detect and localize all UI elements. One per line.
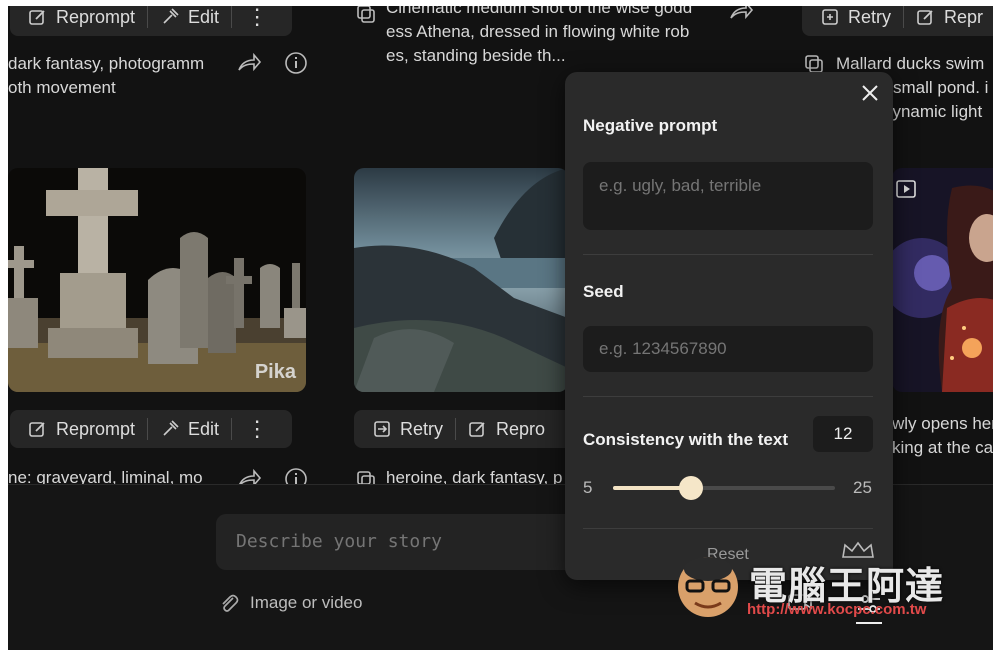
reprompt-button[interactable]: Repr	[908, 7, 991, 28]
caption-line: dark fantasy, photogramm	[8, 54, 205, 73]
retry-label: Retry	[400, 418, 444, 439]
reset-button[interactable]: Reset	[707, 546, 749, 564]
pika-watermark: Pika	[254, 361, 296, 383]
consistency-slider-track[interactable]	[613, 476, 835, 500]
close-icon[interactable]	[861, 84, 879, 102]
reprompt-button[interactable]: Repro	[460, 419, 553, 440]
caption-line: es, standing beside th...	[386, 46, 566, 65]
coast-image	[354, 168, 568, 392]
card-toolbar-bottom-left: Reprompt Edit ⋮	[10, 410, 292, 448]
magic-brush-icon	[163, 420, 179, 436]
reprompt-button[interactable]: Reprompt	[20, 7, 143, 28]
consistency-value[interactable]: 12	[813, 416, 873, 452]
slider-handle[interactable]	[678, 476, 703, 500]
paperclip-icon	[222, 594, 239, 612]
edit-button[interactable]: Edit	[152, 419, 227, 440]
negative-prompt-input[interactable]	[583, 162, 873, 230]
copy-icon[interactable]	[356, 6, 376, 24]
edit-square-icon	[29, 422, 45, 437]
attach-media-button[interactable]: Image or video	[218, 592, 362, 614]
heroine-image	[892, 168, 993, 392]
video-thumbnail-heroine[interactable]	[892, 168, 993, 392]
graveyard-image	[8, 168, 306, 392]
settings-sliders-icon[interactable]	[856, 592, 882, 616]
card-toolbar-bottom-middle: Retry Repro	[354, 410, 584, 448]
attach-label: Image or video	[250, 593, 363, 612]
retry-button[interactable]: Retry	[364, 419, 451, 440]
edit-button[interactable]: Edit	[152, 7, 227, 28]
retry-button[interactable]: Retry	[812, 7, 899, 28]
reprompt-label: Repro	[496, 418, 546, 439]
card-toolbar-top-left: Reprompt Edit ⋮	[10, 6, 292, 36]
video-thumbnail-graveyard[interactable]: Pika	[8, 168, 306, 392]
edit-square-icon	[29, 10, 45, 25]
caption-line: Cinematic medium shot of the wise godd	[386, 6, 693, 17]
caption-line: ess Athena, dressed in flowing white rob	[386, 22, 690, 41]
toolbar-divider	[147, 6, 149, 28]
edit-square-icon	[917, 10, 933, 25]
caption-line: wly opens her	[892, 414, 993, 433]
panel-divider	[583, 396, 873, 397]
camera-icon[interactable]	[788, 592, 812, 612]
card-toolbar-top-right: Retry Repr	[802, 6, 993, 36]
card-caption-top-left: dark fantasy, photogramm oth movement	[8, 52, 204, 100]
video-play-icon	[896, 180, 916, 198]
card-caption-bottom-right: wly opens her king at the ca	[892, 412, 993, 460]
copy-icon[interactable]	[804, 54, 824, 74]
toolbar-divider	[231, 6, 233, 28]
toolbar-divider	[903, 6, 905, 28]
consistency-label: Consistency with the text	[583, 430, 788, 449]
toolbar-divider	[147, 418, 149, 440]
active-indicator	[856, 622, 882, 624]
panel-divider	[583, 528, 873, 529]
edit-square-icon	[469, 422, 485, 437]
reprompt-button[interactable]: Reprompt	[20, 419, 143, 440]
reprompt-label: Reprompt	[56, 418, 136, 439]
more-options-icon[interactable]: ⋮	[236, 6, 278, 28]
edit-label: Edit	[188, 418, 220, 439]
negative-prompt-label: Negative prompt	[583, 116, 718, 135]
reprompt-label: Reprompt	[56, 6, 136, 27]
share-icon[interactable]	[236, 52, 262, 74]
card-caption-top-middle: Cinematic medium shot of the wise godd e…	[386, 6, 692, 68]
share-icon[interactable]	[728, 6, 754, 22]
reprompt-label: Repr	[944, 6, 984, 27]
slider-max-label: 25	[853, 478, 872, 497]
app-frame: Reprompt Edit ⋮ dark fantasy, photogramm…	[8, 6, 993, 650]
panel-divider	[583, 254, 873, 255]
caption-line: king at the ca	[892, 438, 993, 457]
settings-panel: Negative prompt Seed Consistency with th…	[565, 72, 893, 580]
toolbar-divider	[231, 418, 233, 440]
edit-label: Edit	[188, 6, 220, 27]
retry-label: Retry	[848, 6, 892, 27]
story-input[interactable]	[216, 514, 616, 570]
more-options-icon[interactable]: ⋮	[236, 418, 278, 440]
retry-icon	[374, 421, 390, 437]
seed-input[interactable]	[583, 326, 873, 372]
seed-label: Seed	[583, 282, 624, 301]
magic-brush-icon	[163, 8, 179, 24]
retry-icon	[822, 9, 838, 25]
caption-line: oth movement	[8, 78, 116, 97]
info-icon[interactable]	[284, 51, 308, 75]
video-thumbnail-coast[interactable]	[354, 168, 568, 392]
slider-min-label: 5	[583, 478, 593, 497]
toolbar-divider	[455, 418, 457, 440]
